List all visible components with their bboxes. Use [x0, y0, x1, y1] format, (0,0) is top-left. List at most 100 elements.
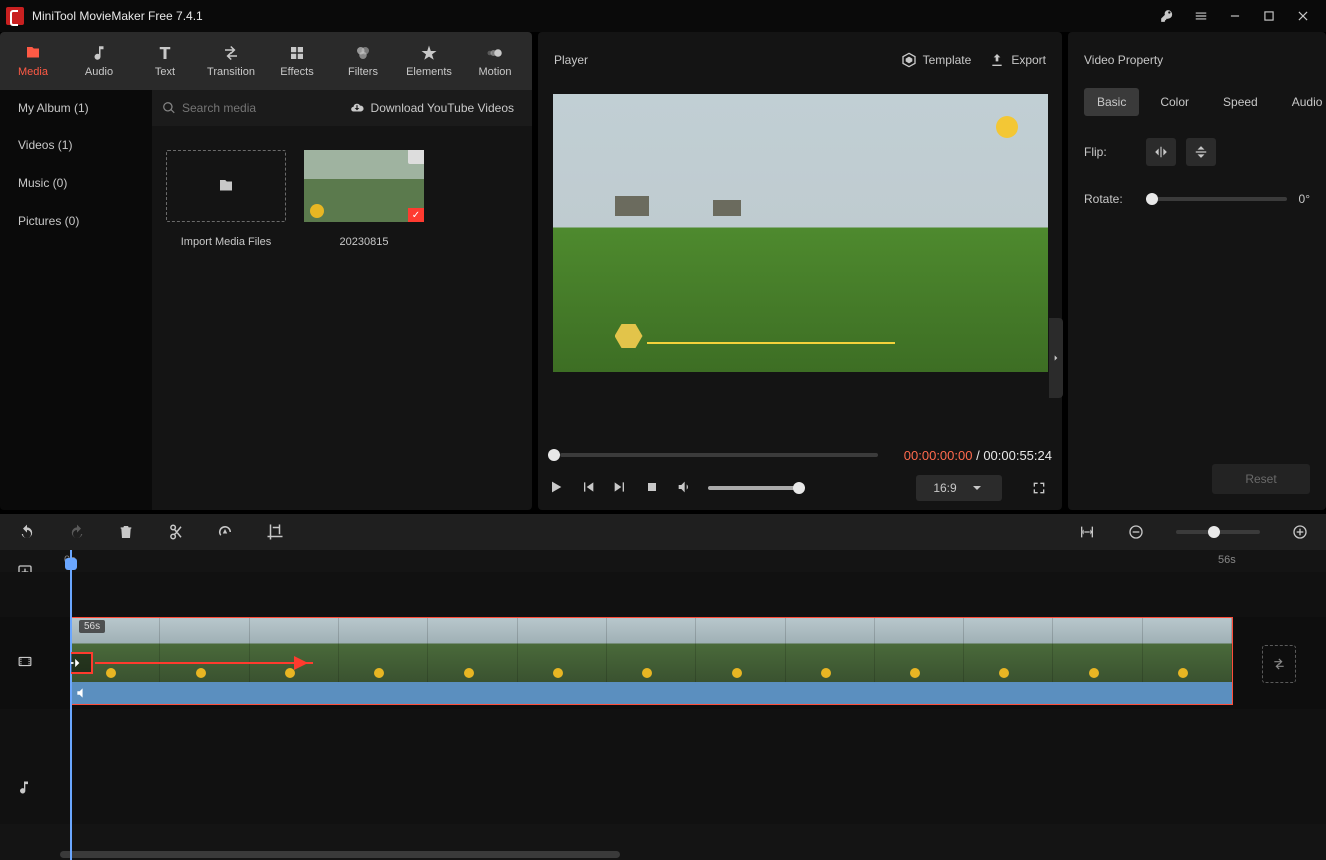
prop-tab-basic[interactable]: Basic	[1084, 88, 1139, 116]
menu-icon[interactable]	[1184, 0, 1218, 32]
transition-slot[interactable]	[1262, 645, 1296, 683]
aspect-ratio-value: 16:9	[933, 481, 956, 495]
music-track[interactable]	[0, 754, 1326, 824]
zoom-in-button[interactable]	[1292, 524, 1308, 540]
seek-thumb[interactable]	[548, 449, 560, 461]
ruler-mark-end: 56s	[1218, 554, 1236, 566]
clip-effect-icon	[310, 204, 324, 218]
volume-slider[interactable]	[708, 486, 800, 490]
sidebar-item-videos[interactable]: Videos (1)	[0, 126, 152, 164]
download-youtube-label: Download YouTube Videos	[371, 101, 514, 115]
tab-elements-label: Elements	[406, 66, 452, 78]
current-time: 00:00:00:00	[904, 448, 973, 463]
spacer-track[interactable]	[0, 709, 1326, 754]
zoom-slider[interactable]	[1176, 530, 1260, 534]
prev-frame-button[interactable]	[580, 479, 596, 498]
app-title: MiniTool MovieMaker Free 7.4.1	[32, 9, 1150, 23]
tab-elements[interactable]: Elements	[396, 32, 462, 90]
cloud-download-icon	[349, 101, 365, 115]
album-label[interactable]: My Album (1)	[0, 90, 152, 126]
import-media-card[interactable]: Import Media Files	[166, 150, 286, 248]
hexagon-element-icon	[615, 324, 643, 348]
flip-horizontal-button[interactable]	[1146, 138, 1176, 166]
license-key-icon[interactable]	[1150, 0, 1184, 32]
tab-text-label: Text	[155, 66, 175, 78]
tab-filters-label: Filters	[348, 66, 378, 78]
maximize-button[interactable]	[1252, 0, 1286, 32]
aspect-ratio-select[interactable]: 16:9	[916, 475, 1002, 501]
clip-duration-label: 56s	[79, 620, 105, 633]
overlay-track[interactable]	[0, 572, 1326, 617]
tab-media-label: Media	[18, 66, 48, 78]
total-time: 00:00:55:24	[983, 448, 1052, 463]
delete-button[interactable]	[118, 523, 134, 541]
prop-tab-color[interactable]: Color	[1147, 88, 1202, 116]
tab-media[interactable]: Media	[0, 32, 66, 90]
speed-button[interactable]	[216, 523, 234, 541]
timeline-toolbar	[0, 514, 1326, 550]
tab-motion-label: Motion	[478, 66, 511, 78]
tab-effects[interactable]: Effects	[264, 32, 330, 90]
video-track-icon	[16, 655, 34, 672]
export-label: Export	[1011, 53, 1046, 67]
sidebar-item-pictures[interactable]: Pictures (0)	[0, 202, 152, 240]
prop-tab-audio[interactable]: Audio	[1279, 88, 1326, 116]
rotate-slider[interactable]	[1146, 197, 1287, 201]
seek-track[interactable]	[560, 453, 878, 457]
flip-vertical-button[interactable]	[1186, 138, 1216, 166]
tab-audio-label: Audio	[85, 66, 113, 78]
zoom-out-button[interactable]	[1128, 524, 1144, 540]
fullscreen-button[interactable]	[1026, 475, 1052, 501]
timeline[interactable]: 0s 56s 56s	[0, 550, 1326, 860]
export-button[interactable]: Export	[989, 52, 1046, 68]
seek-bar[interactable]: 00:00:00:00 / 00:00:55:24	[538, 444, 1062, 466]
media-clip-card[interactable]: ✓ 20230815	[304, 150, 424, 248]
play-button[interactable]	[548, 479, 564, 498]
reset-button[interactable]: Reset	[1212, 464, 1310, 494]
tab-effects-label: Effects	[280, 66, 313, 78]
export-icon	[989, 52, 1005, 68]
sun-element-icon	[988, 108, 1026, 146]
template-button[interactable]: Template	[901, 52, 972, 68]
stop-button[interactable]	[644, 479, 660, 498]
redo-button[interactable]	[68, 524, 86, 540]
timeline-scrollbar[interactable]	[60, 851, 620, 858]
fit-timeline-button[interactable]	[1078, 524, 1096, 540]
player-panel: Player Template Export 00:00:00:00 / 00:…	[538, 32, 1062, 510]
media-panel: Media Audio Text Transition Effects Filt…	[0, 32, 532, 510]
undo-button[interactable]	[18, 524, 36, 540]
playhead[interactable]	[70, 550, 72, 860]
video-clip[interactable]: 56s	[70, 617, 1233, 705]
property-title: Video Property	[1068, 32, 1326, 88]
media-clip-label: 20230815	[304, 236, 424, 248]
template-icon	[901, 52, 917, 68]
tab-motion[interactable]: Motion	[462, 32, 528, 90]
search-icon	[162, 101, 176, 115]
panel-collapse-handle[interactable]	[1049, 318, 1063, 398]
chevron-down-icon	[969, 480, 985, 496]
sidebar-item-music[interactable]: Music (0)	[0, 164, 152, 202]
prop-tab-speed[interactable]: Speed	[1210, 88, 1271, 116]
minimize-button[interactable]	[1218, 0, 1252, 32]
player-title: Player	[554, 53, 588, 67]
reset-label: Reset	[1245, 472, 1276, 486]
search-input[interactable]	[182, 101, 302, 115]
tab-audio[interactable]: Audio	[66, 32, 132, 90]
timeline-ruler[interactable]: 0s 56s	[60, 550, 1326, 572]
tab-transition[interactable]: Transition	[198, 32, 264, 90]
close-button[interactable]	[1286, 0, 1320, 32]
volume-button[interactable]	[676, 479, 692, 498]
tab-filters[interactable]: Filters	[330, 32, 396, 90]
crop-button[interactable]	[266, 523, 284, 541]
rotate-value: 0°	[1299, 192, 1310, 206]
clip-audio-icon	[75, 686, 89, 700]
next-frame-button[interactable]	[612, 479, 628, 498]
split-button[interactable]	[166, 523, 184, 541]
preview-canvas[interactable]	[553, 94, 1048, 372]
clip-trim-start-handle[interactable]	[70, 652, 93, 674]
main-toolbar: Media Audio Text Transition Effects Filt…	[0, 32, 532, 90]
tab-text[interactable]: Text	[132, 32, 198, 90]
download-youtube-button[interactable]: Download YouTube Videos	[349, 101, 532, 115]
video-track[interactable]: 56s	[0, 617, 1326, 709]
titlebar: MiniTool MovieMaker Free 7.4.1	[0, 0, 1326, 32]
